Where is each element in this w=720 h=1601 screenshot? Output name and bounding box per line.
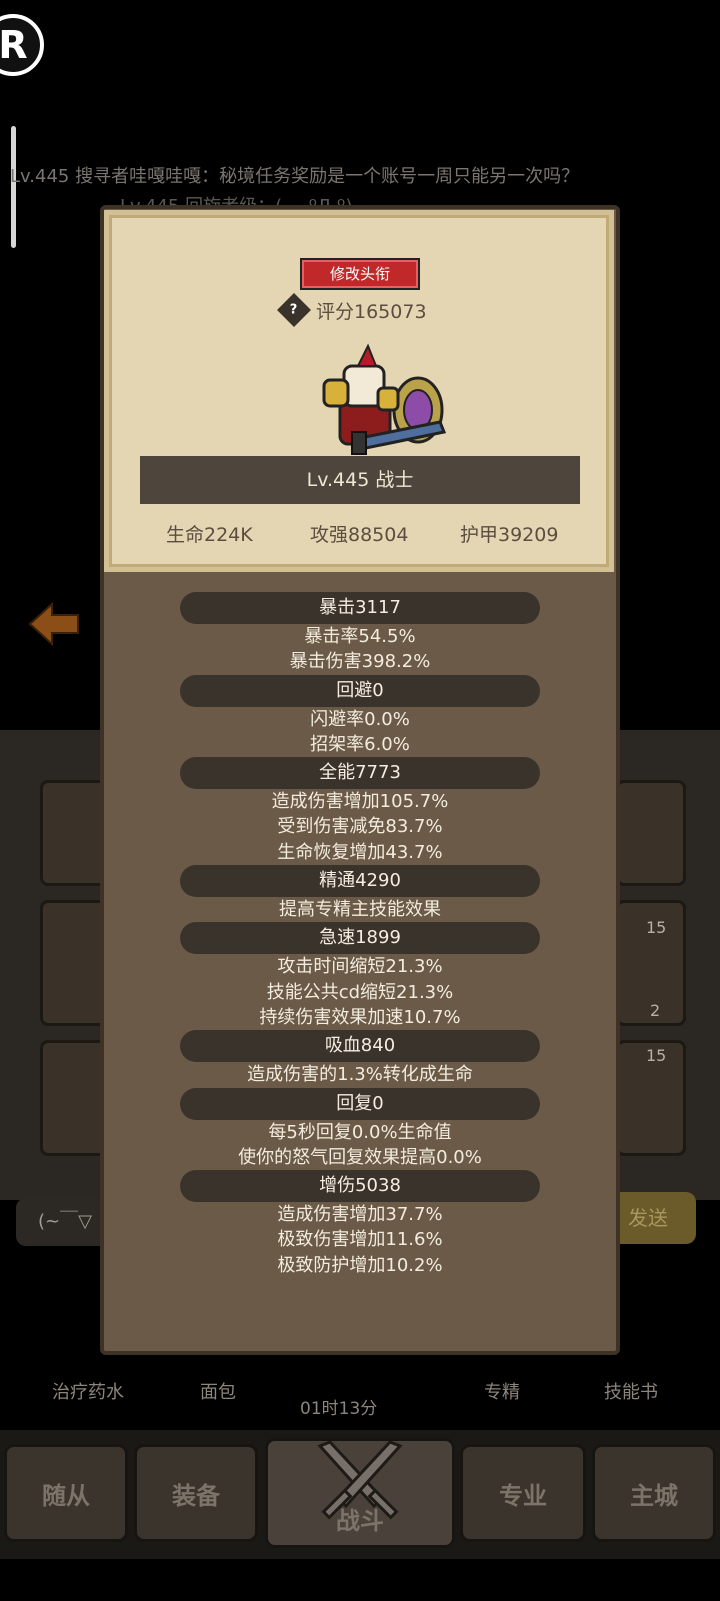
stat-detail-line: 暴击伤害398.2% [289,651,431,673]
help-icon[interactable]: ? [277,293,311,327]
stat-detail-line: 造成伤害的1.3%转化成生命 [247,1064,473,1086]
stat-detail-line: 造成伤害增加37.7% [277,1204,443,1226]
stat-group: 暴击3117 暴击率54.5% 暴击伤害398.2% [140,592,580,675]
stat-group-title: 精通4290 [180,865,540,898]
stat-detail-line: 极致伤害增加11.6% [277,1229,443,1251]
stat-group: 回避0 闪避率0.0% 招架率6.0% [140,674,580,758]
inventory-slot[interactable] [616,780,686,886]
stat-group: 精通4290 提高专精主技能效果 [140,865,580,922]
stat-group-title: 吸血840 [180,1030,540,1063]
stat-group: 回复0 每5秒回复0.0%生命值使你的怒气回复效果提高0.0% [140,1087,580,1171]
quick-item-potion[interactable]: 治疗药水 [33,1378,143,1404]
quick-item-skillbook[interactable]: 技能书 [576,1378,686,1404]
game-logo: R [0,14,44,76]
stat-group: 增伤5038 造成伤害增加37.7% 极致伤害增加11.6% 极致防护增加10.2% [140,1170,580,1278]
stat-group: 急速1899 攻击时间缩短21.3% 技能公共cd缩短21.3% 持续伤害效果加速10… [140,922,580,1030]
stat-group: 吸血840 造成伤害的1.3%转化成生命 [140,1030,580,1087]
stat-detail-line: 受到伤害减免83.7% [277,816,443,838]
stat-group-title: 暴击3117 [180,592,540,624]
stat-detail-line: 生命恢复增加43.7% [277,841,443,863]
stat-group-title: 增伤5038 [180,1170,540,1203]
stat-detail-line: 造成伤害增加105.7% [271,791,449,813]
score-row: ? 评分165073 [277,293,427,327]
stat-detail-line: 闪避率0.0% [310,708,410,730]
warrior-avatar [322,343,447,455]
edit-title-button[interactable]: 修改头衔 [300,258,420,290]
quick-item-specialty[interactable]: 专精 [447,1378,557,1404]
chat-message: Lv.445 搜寻者哇嘎哇嘎：秘境任务奖励是一个账号一周只能另一次吗？ [10,166,580,187]
stat-detail-line: 技能公共cd缩短21.3% [266,981,454,1003]
armor-stat: 护甲39209 [460,524,559,546]
stat-detail-line: 持续伤害效果加速10.7% [259,1006,461,1028]
stat-group-title: 回避0 [180,674,540,707]
stat-detail-line: 攻击时间缩短21.3% [277,956,443,978]
stat-group-title: 全能7773 [180,757,540,790]
hp-stat: 生命224K [166,524,253,546]
attack-power-stat: 攻强88504 [310,524,409,546]
slot-count-badge: 2 [650,1001,661,1020]
tab-equipment[interactable]: 装备 [134,1444,258,1542]
stat-detail-line: 招架率6.0% [310,733,410,755]
tab-profession[interactable]: 专业 [460,1444,586,1542]
slot-count-badge: 15 [646,1046,667,1065]
level-class-banner: Lv.445 战士 [140,456,580,504]
secondary-stats-list: 暴击3117 暴击率54.5% 暴击伤害398.2% 回避0 闪避率0.0% 招架率6.0… [140,592,580,1278]
stat-group-title: 回复0 [180,1087,540,1120]
slot-count-badge: 15 [646,918,667,937]
stat-detail-line: 提高专精主技能效果 [279,899,441,921]
stat-detail-line: 使你的怒气回复效果提高0.0% [238,1146,482,1168]
quick-item-bread[interactable]: 面包 [163,1378,273,1404]
score-value: 评分165073 [316,300,427,323]
tab-main-city[interactable]: 主城 [592,1444,716,1542]
stat-detail-line: 暴击率54.5% [304,626,416,647]
stat-group-title: 急速1899 [180,922,540,955]
tab-followers[interactable]: 随从 [4,1444,128,1542]
stat-detail-line: 极致防护增加10.2% [277,1254,443,1276]
stat-group: 全能7773 造成伤害增加105.7% 受到伤害减免83.7% 生命恢复增加43.7% [140,757,580,865]
battle-timer: 01时13分 [300,1399,378,1419]
stat-detail-line: 每5秒回复0.0%生命值 [268,1121,452,1143]
crossed-swords-icon [317,1440,403,1520]
back-arrow-icon[interactable] [28,602,80,646]
